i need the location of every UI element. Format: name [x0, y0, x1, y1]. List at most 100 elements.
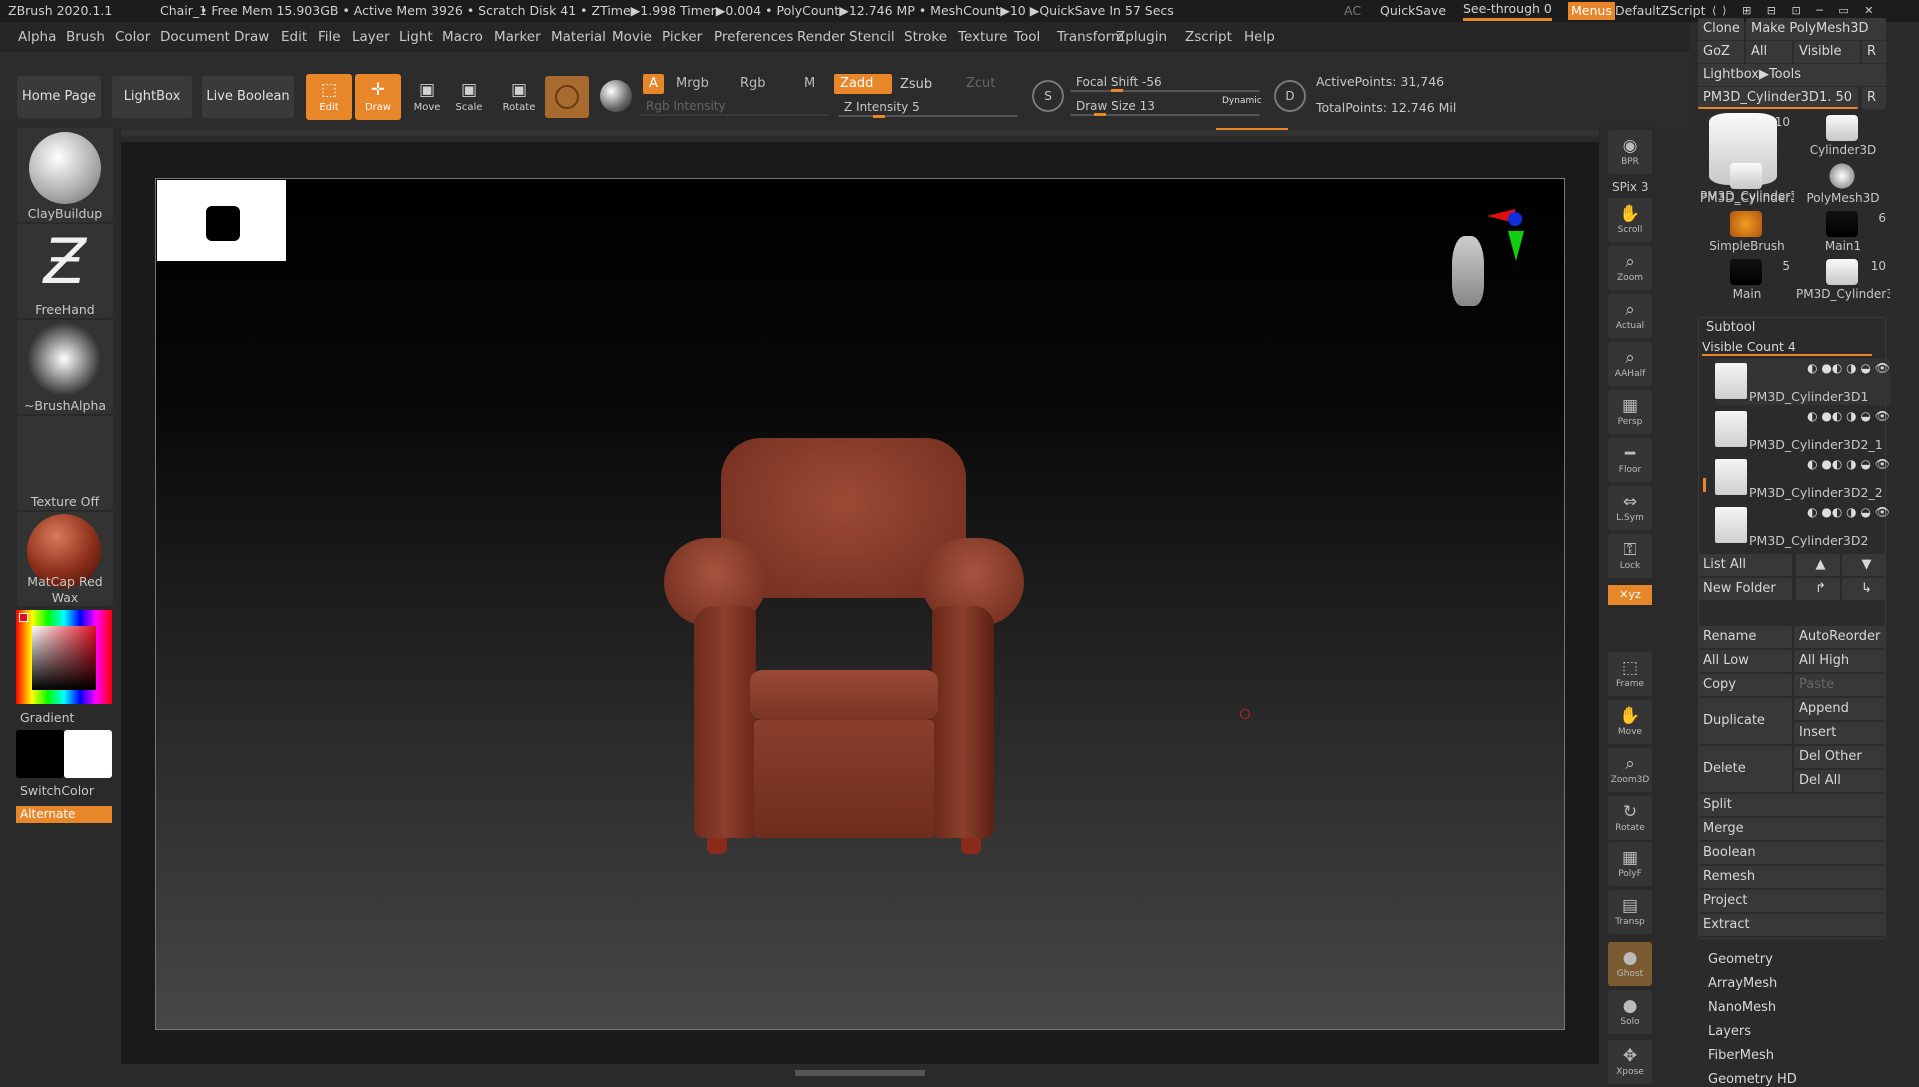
spix-slider[interactable]: SPix 3 — [1612, 180, 1648, 194]
visibility-eye-icon[interactable]: ◐ ●◐ ◑ ◒ 👁 — [1807, 409, 1890, 423]
visibility-eye-icon[interactable]: ◐ ●◐ ◑ ◒ 👁 — [1807, 505, 1890, 519]
dynamic-toggle[interactable]: Dynamic — [1222, 96, 1262, 106]
quicksave-button[interactable]: QuickSave — [1380, 0, 1446, 22]
solo-button[interactable]: ● Solo — [1608, 990, 1652, 1034]
transp-button[interactable]: ▤ Transp — [1608, 890, 1652, 934]
primary-color-swatch[interactable] — [64, 730, 112, 778]
zoom-button[interactable]: ⌕ Zoom — [1608, 246, 1652, 290]
orientation-gizmo[interactable] — [1452, 209, 1524, 309]
all-high-button[interactable]: All High — [1794, 650, 1886, 672]
zadd-button[interactable]: Zadd — [834, 74, 892, 94]
navigator-thumbnail[interactable] — [157, 180, 286, 261]
brush-selector[interactable]: ClayBuildup — [17, 128, 113, 222]
lock-button[interactable]: ⚿ Lock — [1608, 534, 1652, 578]
live-boolean-button[interactable]: Live Boolean — [202, 76, 294, 118]
color-square[interactable] — [32, 626, 96, 690]
duplicate-button[interactable]: Duplicate — [1698, 698, 1792, 744]
z-intensity-slider[interactable]: Z Intensity 5 — [838, 97, 1018, 117]
section-nanomesh[interactable]: NanoMesh — [1708, 1000, 1776, 1015]
seethrough-slider[interactable]: See-through 0 — [1463, 0, 1552, 21]
clone-button[interactable]: Clone — [1698, 18, 1744, 40]
lightbox-tools-button[interactable]: Lightbox▶Tools — [1698, 64, 1886, 86]
move-down-icon[interactable]: ▼ — [1842, 554, 1886, 576]
menu-transform[interactable]: Transform — [1057, 22, 1124, 52]
autoreorder-button[interactable]: AutoReorder — [1794, 626, 1886, 648]
tool-item[interactable]: PM3D_Cylinder3 — [1700, 161, 1794, 207]
alternate-toggle[interactable]: Alternate — [16, 806, 112, 823]
tool-item[interactable]: SimpleBrush — [1700, 209, 1794, 255]
folder-out-icon[interactable]: ↳ — [1842, 578, 1886, 600]
scale-mode-button[interactable]: ▣ Scale — [446, 74, 492, 120]
rotate-button[interactable]: ↻ Rotate — [1608, 796, 1652, 840]
armchair-model[interactable] — [664, 438, 1024, 856]
zoom3d-button[interactable]: ⌕ Zoom3D — [1608, 748, 1652, 792]
subtool-row[interactable]: ◐ ●◐ ◑ ◒ 👁 PM3D_Cylinder3D2_1 — [1715, 407, 1890, 453]
subtool-row[interactable]: ◐ ●◐ ◑ ◒ 👁 PM3D_Cylinder3D2 — [1715, 503, 1890, 549]
menu-brush[interactable]: Brush — [66, 22, 105, 52]
move-button[interactable]: ✋ Move — [1608, 700, 1652, 744]
menu-movie[interactable]: Movie — [612, 22, 652, 52]
menus-toggle[interactable]: Menus — [1568, 2, 1615, 20]
menu-macro[interactable]: Macro — [442, 22, 483, 52]
menu-tool[interactable]: Tool — [1014, 22, 1040, 52]
make-polymesh-button[interactable]: Make PolyMesh3D — [1746, 18, 1886, 40]
del-other-button[interactable]: Del Other — [1794, 746, 1886, 768]
zsub-button[interactable]: Zsub — [894, 75, 938, 95]
persp-button[interactable]: ▦ Persp — [1608, 390, 1652, 434]
menu-zplugin[interactable]: Zplugin — [1116, 22, 1167, 52]
project-button[interactable]: Project — [1698, 890, 1886, 912]
current-tool-slider[interactable]: PM3D_Cylinder3D1. 50 — [1698, 87, 1858, 109]
visible-button[interactable]: Visible — [1794, 41, 1860, 63]
del-all-button[interactable]: Del All — [1794, 770, 1886, 792]
menu-alpha[interactable]: Alpha — [18, 22, 56, 52]
tool-item[interactable]: Cylinder3D — [1796, 113, 1890, 159]
r-button[interactable]: R — [1862, 41, 1886, 63]
split-button[interactable]: Split — [1698, 794, 1886, 816]
tool-item[interactable]: Main 5 — [1700, 257, 1794, 303]
section-geometry-hd[interactable]: Geometry HD — [1708, 1072, 1797, 1087]
section-geometry[interactable]: Geometry — [1708, 952, 1773, 967]
current-tool-r-button[interactable]: R — [1862, 87, 1886, 109]
menu-preferences[interactable]: Preferences — [714, 22, 793, 52]
m-button[interactable]: M — [798, 74, 821, 94]
move-mode-button[interactable]: ▣ Move — [404, 74, 450, 120]
material-sphere-icon[interactable] — [600, 80, 632, 112]
alpha-selector[interactable]: ~BrushAlpha — [17, 320, 113, 414]
tool-item[interactable]: PM3D_Cylinder3 10 — [1796, 257, 1890, 303]
ghost-button[interactable]: ● Ghost — [1608, 942, 1652, 986]
canvas-top-scrollbar[interactable] — [121, 130, 1599, 136]
subtool-row[interactable]: ◐ ●◐ ◑ ◒ 👁 PM3D_Cylinder3D1 — [1715, 359, 1890, 405]
section-arraymesh[interactable]: ArrayMesh — [1708, 976, 1777, 991]
section-layers[interactable]: Layers — [1708, 1024, 1751, 1039]
rotate-mode-button[interactable]: ▣ Rotate — [496, 74, 542, 120]
menu-help[interactable]: Help — [1244, 22, 1275, 52]
section-fibermesh[interactable]: FiberMesh — [1708, 1048, 1774, 1063]
draw-size-knob[interactable] — [1094, 113, 1106, 116]
focal-shift-icon[interactable]: S — [1032, 80, 1064, 112]
rgb-button[interactable]: Rgb — [734, 74, 772, 94]
color-picker[interactable] — [16, 610, 112, 704]
list-all-button[interactable]: List All — [1698, 554, 1792, 576]
menu-file[interactable]: File — [318, 22, 341, 52]
menu-marker[interactable]: Marker — [494, 22, 541, 52]
insert-button[interactable]: Insert — [1794, 722, 1886, 744]
merge-button[interactable]: Merge — [1698, 818, 1886, 840]
menu-zscript[interactable]: Zscript — [1185, 22, 1232, 52]
focal-shift-knob[interactable] — [1111, 89, 1123, 92]
material-selector[interactable]: MatCap Red Wax — [17, 512, 113, 606]
new-folder-button[interactable]: New Folder — [1698, 578, 1792, 600]
menu-layer[interactable]: Layer — [352, 22, 390, 52]
remesh-button[interactable]: Remesh — [1698, 866, 1886, 888]
actual-button[interactable]: ⌕ Actual — [1608, 294, 1652, 338]
stroke-selector[interactable]: Ƶ FreeHand — [17, 224, 113, 318]
rgb-intensity-slider[interactable]: Rgb Intensity — [640, 96, 830, 116]
delete-button[interactable]: Delete — [1698, 746, 1792, 792]
menu-edit[interactable]: Edit — [281, 22, 307, 52]
visibility-eye-icon[interactable]: ◐ ●◐ ◑ ◒ 👁 — [1807, 457, 1890, 471]
goz-button[interactable]: GoZ — [1698, 41, 1744, 63]
copy-button[interactable]: Copy — [1698, 674, 1792, 696]
secondary-color-swatch[interactable] — [16, 730, 64, 778]
mrgb-button[interactable]: Mrgb — [670, 74, 715, 94]
all-button[interactable]: All — [1746, 41, 1792, 63]
document-viewport[interactable] — [155, 178, 1565, 1030]
